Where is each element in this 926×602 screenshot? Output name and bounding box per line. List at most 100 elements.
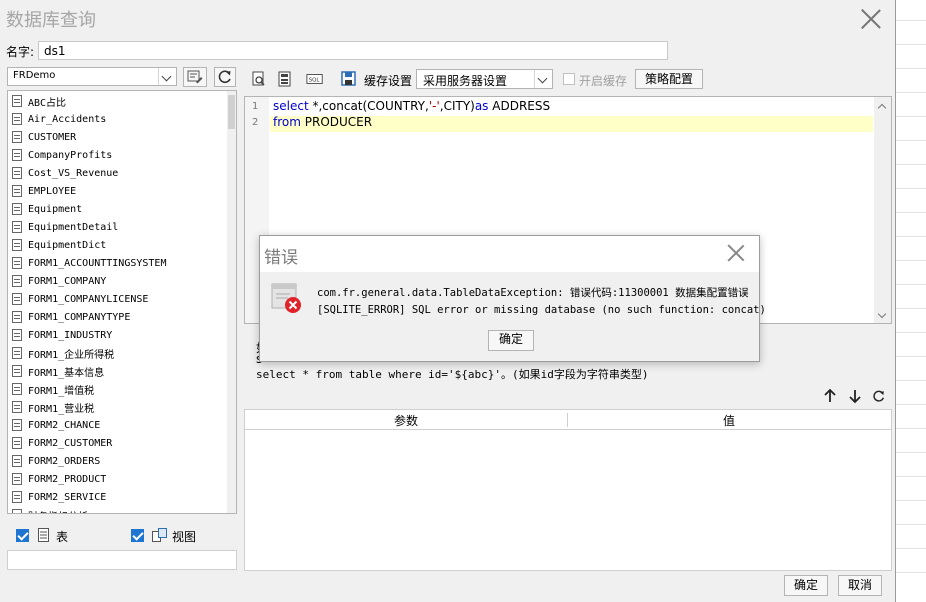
table-list-item-label: FORM1_COMPANY [28,275,107,287]
sql-icon[interactable]: SQL [306,70,324,88]
hint-text: select * from table where id='${abc}'。(如… [256,368,649,381]
sql-keyword: as [474,99,489,113]
table-icon [12,221,22,233]
parameter-table[interactable]: 参数 值 [244,409,892,571]
window-title: 数据库查询 [6,10,96,31]
scroll-down-icon[interactable] [874,307,891,323]
table-icon [12,113,22,125]
table-icon [12,167,22,179]
tables-filter[interactable]: 表 [16,528,116,544]
table-list-item-label: FORM2_SERVICE [28,491,107,503]
refresh-icon[interactable] [872,388,886,404]
cache-mode-select[interactable]: 采用服务器设置 [416,69,553,89]
line-number: 2 [252,117,259,128]
table-list-item-label: Air_Accidents [28,113,107,125]
table-list-scrollbar[interactable] [227,91,236,513]
strategy-config-button[interactable]: 策略配置 [635,69,703,89]
table-list[interactable]: ABC占比 Air_Accidents CUSTOMER CompanyProfits… [7,90,237,514]
close-icon[interactable] [860,8,882,30]
table-list-item[interactable]: FORM1_COMPANYLICENSE [8,290,226,308]
table-list-item[interactable]: EquipmentDetail [8,218,226,236]
ok-button[interactable]: 确定 [784,575,828,596]
table-list-item-label: FORM1_COMPANYLICENSE [28,293,149,305]
table-icon [12,329,22,341]
table-list-item-label: FORM2_PRODUCT [28,473,107,485]
table-list-item[interactable]: Equipment [8,200,226,218]
table-search-input[interactable] [7,550,237,570]
table-list-item[interactable]: FORM1_COMPANY [8,272,226,290]
table-list-item-label: FORM2_CUSTOMER [28,437,113,449]
table-list-item-label: FORM1_INDUSTRY [28,329,113,341]
table-list-item[interactable]: FORM1_营业税 [8,398,226,416]
connection-settings-button[interactable] [183,67,207,87]
table-list-item-label: ABC占比 [28,97,67,109]
enable-cache-checkbox[interactable] [563,73,575,85]
table-list-item[interactable]: FORM2_CHANCE [8,416,226,434]
name-label: 名字: [6,45,35,59]
connection-select[interactable]: FRDemo [7,67,177,86]
table-icon [12,149,22,161]
table-icon [38,528,49,542]
table-list-item[interactable]: CUSTOMER [8,128,226,146]
views-checkbox[interactable] [131,529,144,542]
error-message-line: [SQLITE_ERROR] SQL error or missing data… [317,304,766,316]
table-list-item[interactable]: EquipmentDict [8,236,226,254]
cache-settings-label: 缓存设置 [364,74,413,88]
views-filter-label: 视图 [172,530,197,544]
table-list-item[interactable]: 财务指标分析 [8,506,226,514]
table-icon [12,185,22,197]
table-list-item[interactable]: FORM2_CUSTOMER [8,434,226,452]
refresh-icon [218,70,231,84]
dataset-name-input[interactable] [38,41,668,60]
table-icon [12,509,22,513]
enable-cache-label: 开启缓存 [579,74,628,88]
scrollbar-thumb[interactable] [228,95,235,129]
background-spreadsheet [896,0,926,602]
arrow-down-icon[interactable] [848,388,862,404]
table-icon [12,293,22,305]
table-list-item[interactable]: FORM1_企业所得税 [8,344,226,362]
refresh-tables-button[interactable] [214,67,236,87]
table-list-item[interactable]: FORM1_增值税 [8,380,226,398]
table-list-item[interactable]: FORM1_ACCOUNTTINGSYSTEM [8,254,226,272]
scroll-up-icon[interactable] [874,97,891,113]
sql-keyword: select [273,99,309,113]
table-list-item[interactable]: CompanyProfits [8,146,226,164]
sql-keyword: from [273,115,301,129]
line-number: 1 [252,101,259,112]
cache-mode-value: 采用服务器设置 [423,74,508,88]
cancel-button[interactable]: 取消 [838,575,882,596]
table-icon [12,455,22,467]
error-dialog-title: 错误 [264,248,298,268]
close-icon[interactable] [727,244,745,262]
table-list-item[interactable]: FORM2_PRODUCT [8,470,226,488]
table-list-item-label: FORM1_ACCOUNTTINGSYSTEM [28,257,167,269]
sql-text: ADDRESS [488,99,551,113]
table-list-item[interactable]: Cost_VS_Revenue [8,164,226,182]
table-icon [12,347,22,359]
table-list-item[interactable]: FORM1_基本信息 [8,362,226,380]
table-list-item[interactable]: FORM2_SERVICE [8,488,226,506]
preview-icon[interactable] [250,70,268,88]
sql-text: (COUNTRY, [362,99,429,113]
table-list-item-label: 财务指标分析 [28,508,88,514]
arrow-up-icon[interactable] [823,388,837,404]
table-list-item-label: FORM2_CHANCE [28,419,101,431]
table-list-item[interactable]: FORM1_COMPANYTYPE [8,308,226,326]
table-list-item[interactable]: FORM2_ORDERS [8,452,226,470]
database-icon[interactable] [276,70,294,88]
table-list-item-label: Equipment [28,203,83,215]
editor-scrollbar[interactable] [874,97,891,323]
table-list-item[interactable]: EMPLOYEE [8,182,226,200]
table-list-item[interactable]: Air_Accidents [8,110,226,128]
table-list-item-label: FORM1_基本信息 [28,367,105,379]
tables-checkbox[interactable] [16,529,29,542]
cache-settings-icon[interactable] [340,70,358,88]
error-ok-button[interactable]: 确定 [488,330,534,351]
table-list-item[interactable]: FORM1_INDUSTRY [8,326,226,344]
views-filter[interactable]: 视图 [131,528,231,544]
table-list-item-label: FORM1_增值税 [28,385,95,397]
chevron-down-icon [534,70,552,88]
table-list-item[interactable]: ABC占比 [8,92,226,110]
parameter-table-header: 参数 值 [245,410,891,430]
